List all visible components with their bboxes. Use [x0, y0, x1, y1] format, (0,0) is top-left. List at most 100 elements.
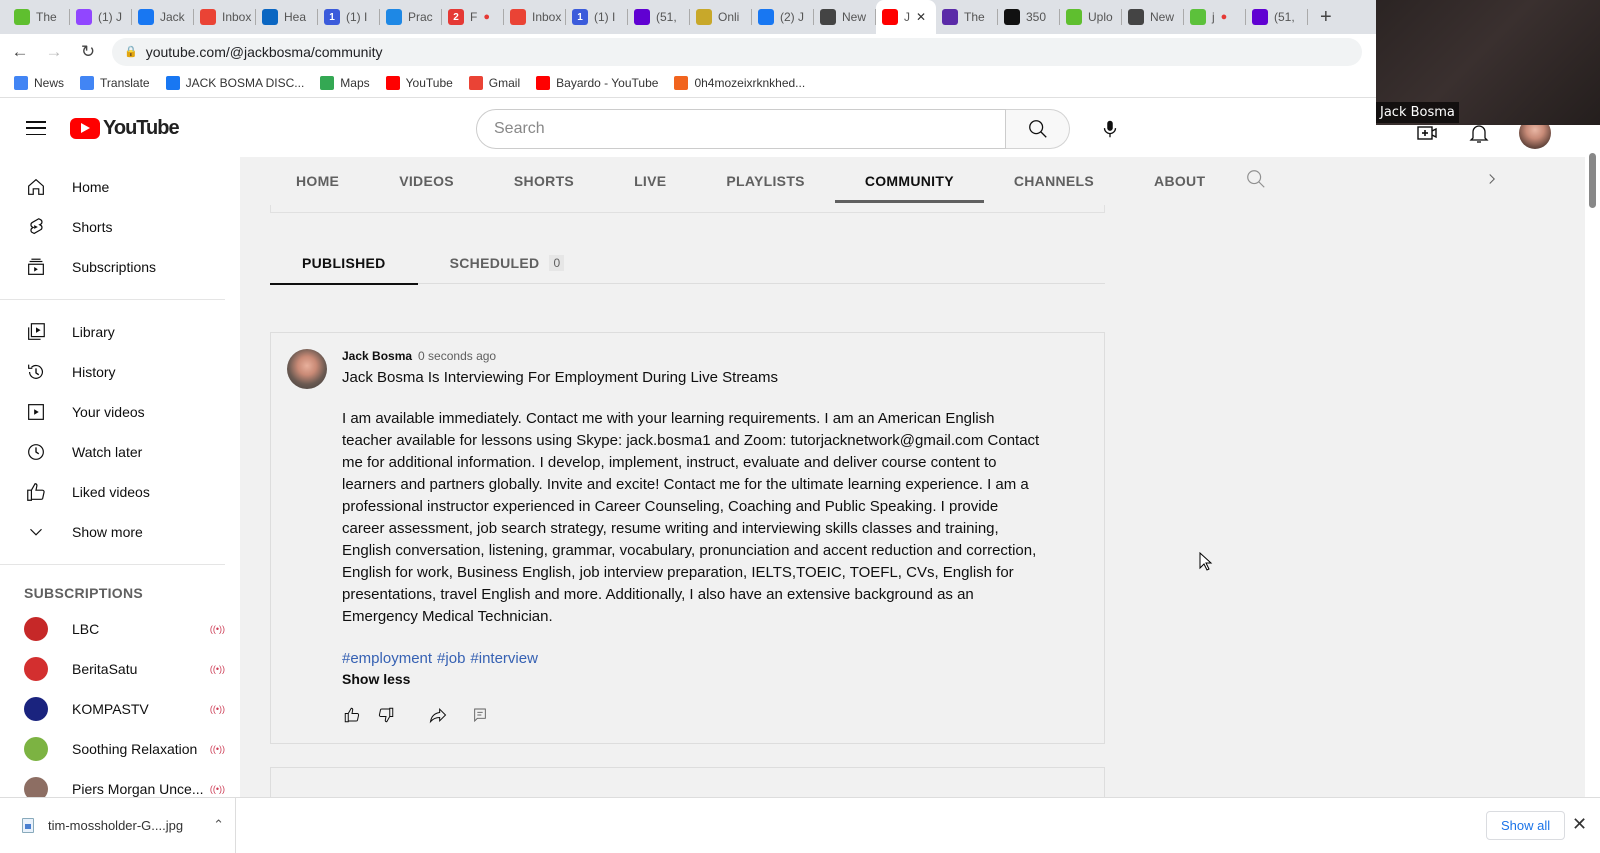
tab-community[interactable]: COMMUNITY — [834, 157, 984, 205]
hashtag-link[interactable]: #job — [437, 650, 465, 667]
download-item[interactable]: tim-mossholder-G....jpg ⌃ — [0, 797, 236, 853]
sidebar-item-show-more[interactable]: Show more — [0, 512, 240, 552]
show-all-downloads-button[interactable]: Show all — [1486, 811, 1566, 840]
like-button[interactable] — [342, 705, 362, 725]
bookmark[interactable]: Gmail — [468, 76, 520, 90]
browser-tab[interactable]: Uplo — [1060, 0, 1122, 34]
sidebar-item-shorts[interactable]: Shorts — [0, 207, 240, 247]
subscription-item[interactable]: LBC ((•)) — [0, 609, 225, 649]
post-time[interactable]: 0 seconds ago — [418, 349, 496, 363]
browser-tab[interactable]: Prac — [380, 0, 442, 34]
channel-avatar — [24, 737, 48, 761]
browser-tab[interactable]: Onli — [690, 0, 752, 34]
sidebar-item-library[interactable]: Library — [0, 312, 240, 352]
sidebar-item-label: History — [72, 364, 116, 380]
tab-title: The — [964, 10, 985, 24]
yahoo-mail-icon — [1252, 9, 1268, 25]
bookmark[interactable]: Bayardo - YouTube — [536, 76, 658, 90]
search-input[interactable]: Search — [476, 109, 1006, 149]
tab-title: (2) J — [780, 10, 804, 24]
sidebar-item-history[interactable]: History — [0, 352, 240, 392]
tab-channels[interactable]: CHANNELS — [984, 157, 1124, 205]
youtube-icon — [536, 76, 551, 90]
dislike-button[interactable] — [376, 705, 396, 725]
browser-tab[interactable]: 1 (1) I — [566, 0, 628, 34]
browser-tab[interactable]: 2 F ● — [442, 0, 504, 34]
browser-tab[interactable]: Hea — [256, 0, 318, 34]
share-button[interactable] — [428, 705, 448, 725]
thumbs-up-icon — [344, 707, 360, 723]
forward-button[interactable]: → — [40, 42, 68, 62]
search-button[interactable] — [1006, 109, 1070, 149]
hashtag-link[interactable]: #employment — [342, 650, 432, 667]
bookmark[interactable]: JACK BOSMA DISC... — [165, 76, 304, 90]
bookmark[interactable]: 0h4mozeixrknkhed... — [674, 76, 805, 90]
post-author-avatar[interactable] — [287, 349, 327, 389]
sidebar-item-your-videos[interactable]: Your videos — [0, 392, 240, 432]
reload-button[interactable]: ↻ — [74, 42, 102, 62]
subscription-item[interactable]: KOMPASTV ((•)) — [0, 689, 225, 729]
url-input[interactable]: 🔒 youtube.com/@jackbosma/community — [112, 37, 1362, 66]
tab-shorts[interactable]: SHORTS — [484, 157, 604, 205]
library-icon — [24, 320, 48, 344]
bookmark-label: Translate — [100, 76, 150, 90]
350-icon — [1004, 9, 1020, 25]
page-scrollbar[interactable] — [1585, 153, 1600, 797]
subscription-item[interactable]: BeritaSatu ((•)) — [0, 649, 225, 689]
bookmark-label: Maps — [340, 76, 370, 90]
browser-tab[interactable]: 350 — [998, 0, 1060, 34]
bookmark[interactable]: Translate — [80, 76, 150, 90]
browser-tab[interactable]: (51, — [628, 0, 690, 34]
new-tab-button[interactable]: + — [1320, 6, 1332, 29]
browser-tab[interactable]: Inbox — [194, 0, 256, 34]
browser-tab[interactable]: The — [8, 0, 70, 34]
youtube-logo[interactable]: YouTube — [70, 117, 180, 140]
close-download-bar-icon[interactable]: ✕ — [1572, 814, 1587, 835]
sidebar-item-subscriptions[interactable]: Subscriptions — [0, 247, 240, 287]
youtube-play-icon — [70, 117, 100, 139]
subscriptions-heading: SUBSCRIPTIONS — [24, 585, 144, 601]
sidebar-item-watch-later[interactable]: Watch later — [0, 432, 240, 472]
voice-search-button[interactable] — [1090, 109, 1130, 149]
tab-videos[interactable]: VIDEOS — [369, 157, 484, 205]
tab-live[interactable]: LIVE — [604, 157, 696, 205]
subscriptions-icon — [24, 255, 48, 279]
channel-search-icon[interactable] — [1245, 168, 1267, 195]
browser-tab[interactable]: New — [814, 0, 876, 34]
home-icon — [24, 175, 48, 199]
browser-tab[interactable]: 1 (1) I — [318, 0, 380, 34]
bookmark[interactable]: YouTube — [385, 76, 453, 90]
close-tab-icon[interactable]: ✕ — [916, 10, 926, 24]
browser-tab[interactable]: j ● — [1184, 0, 1246, 34]
tab-about[interactable]: ABOUT — [1124, 157, 1235, 205]
browser-tab[interactable]: Jack — [132, 0, 194, 34]
menu-icon[interactable] — [26, 121, 46, 135]
sidebar-item-liked-videos[interactable]: Liked videos — [0, 472, 240, 512]
chevron-right-icon[interactable] — [1483, 170, 1501, 193]
browser-tab[interactable]: (2) J — [752, 0, 814, 34]
sidebar-item-home[interactable]: Home — [0, 167, 240, 207]
tab-title: (51, — [1274, 10, 1295, 24]
browser-tab[interactable]: The — [936, 0, 998, 34]
browser-tab[interactable]: New — [1122, 0, 1184, 34]
tab-published[interactable]: PUBLISHED — [270, 242, 418, 285]
tab-home[interactable]: HOME — [266, 157, 369, 205]
browser-tab[interactable]: Inbox — [504, 0, 566, 34]
subscription-item[interactable]: Piers Morgan Unce... ((•)) — [0, 769, 225, 797]
hashtag-link[interactable]: #interview — [470, 650, 538, 667]
browser-tab[interactable]: J ✕ — [876, 0, 936, 34]
bookmark[interactable]: News — [14, 76, 64, 90]
scrollbar-thumb[interactable] — [1589, 153, 1596, 208]
bookmark[interactable]: Maps — [320, 76, 370, 90]
show-less-button[interactable]: Show less — [342, 671, 1042, 687]
comments-button[interactable] — [470, 705, 490, 725]
sidebar-item-label: Shorts — [72, 219, 113, 235]
browser-tab[interactable]: (1) J — [70, 0, 132, 34]
tab-scheduled[interactable]: SCHEDULED 0 — [418, 242, 597, 284]
subscription-item[interactable]: Soothing Relaxation ((•)) — [0, 729, 225, 769]
back-button[interactable]: ← — [6, 42, 34, 62]
post-author[interactable]: Jack Bosma — [342, 349, 412, 363]
tab-playlists[interactable]: PLAYLISTS — [696, 157, 834, 205]
chevron-up-icon[interactable]: ⌃ — [213, 817, 224, 833]
browser-tab[interactable]: (51, — [1246, 0, 1308, 34]
